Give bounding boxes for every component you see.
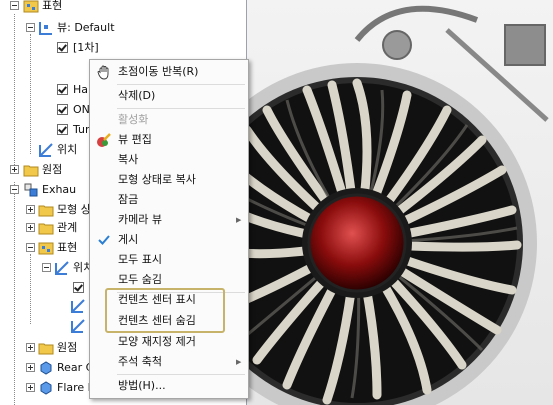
tree-item-label: 표현 <box>42 0 63 12</box>
menu-item-label: 방법(H)... <box>118 379 166 392</box>
tree-item-label: 원점 <box>57 341 78 354</box>
collapse-icon[interactable] <box>26 23 35 32</box>
menu-item-copy-to-model-state[interactable]: 모형 상태로 복사 <box>90 170 248 190</box>
menu-item-how-to[interactable]: 방법(H)... <box>90 376 248 396</box>
collapse-icon[interactable] <box>10 185 19 194</box>
edit-view-icon <box>96 132 112 148</box>
expand-icon[interactable] <box>26 223 35 232</box>
menu-item-label: 뷰 편집 <box>118 133 152 146</box>
tree-item-label: 원점 <box>42 163 63 176</box>
part-icon <box>38 360 54 376</box>
visibility-checkbox[interactable] <box>57 84 68 95</box>
folder-icon <box>38 202 54 218</box>
tree-item-label: Rear C <box>57 361 94 374</box>
menu-item-publish[interactable]: 게시 <box>90 230 248 250</box>
tree-item-label: 관계 <box>57 221 78 234</box>
expand-icon[interactable] <box>26 343 35 352</box>
jet-engine-model <box>247 5 549 405</box>
folder-icon <box>38 220 54 236</box>
menu-item-annotation-scale[interactable]: 주석 축척 ▶ <box>90 352 248 372</box>
menu-item-label: 모두 숨김 <box>118 273 162 286</box>
collapse-icon[interactable] <box>26 243 35 252</box>
menu-item-camera-view[interactable]: 카메라 뷰 ▶ <box>90 210 248 230</box>
expand-icon[interactable] <box>26 383 35 392</box>
assembly-icon <box>23 182 39 198</box>
menu-item-label: 카메라 뷰 <box>118 213 162 226</box>
view-rep-icon <box>38 20 54 36</box>
positional-rep-icon <box>38 142 54 158</box>
representations-icon <box>38 240 54 256</box>
menu-item-remove-appearance-override[interactable]: 모양 재지정 제거 <box>90 332 248 352</box>
menu-item-label: 모형 상태로 복사 <box>118 173 196 186</box>
menu-item-copy[interactable]: 복사 <box>90 150 248 170</box>
submenu-arrow-icon: ▶ <box>236 216 242 224</box>
menu-item-lock[interactable]: 잠금 <box>90 190 248 210</box>
tree-item-label: Exhau <box>42 183 77 196</box>
tree-item-label: Tur <box>73 123 90 136</box>
menu-item-label: 삭제(D) <box>118 89 156 102</box>
menu-item-label: 모두 표시 <box>118 253 162 266</box>
highlight-box <box>105 288 225 333</box>
tree-item-label: [1차] <box>73 41 99 54</box>
menu-item-label: 잠금 <box>118 193 139 206</box>
menu-separator <box>117 108 245 109</box>
expand-icon[interactable] <box>10 165 19 174</box>
menu-separator <box>117 84 245 85</box>
positional-rep-icon <box>70 298 86 314</box>
menu-item-label: 모양 재지정 제거 <box>118 335 196 348</box>
collapse-icon[interactable] <box>10 1 19 10</box>
pan-hand-icon <box>96 64 112 80</box>
menu-separator <box>117 374 245 375</box>
folder-icon <box>38 340 54 356</box>
menu-item-hide-all[interactable]: 모두 숨김 <box>90 270 248 290</box>
tree-item-label: 뷰: Default <box>57 21 115 34</box>
menu-item-label: 초점이동 반복(R) <box>118 65 199 78</box>
menu-item-label: 복사 <box>118 153 139 166</box>
menu-item-delete[interactable]: 삭제(D) <box>90 86 248 106</box>
menu-item-show-all[interactable]: 모두 표시 <box>90 250 248 270</box>
collapse-icon[interactable] <box>42 263 51 272</box>
tree-item-label: ON <box>73 103 90 116</box>
folder-icon <box>23 162 39 178</box>
visibility-checkbox[interactable] <box>73 282 84 293</box>
tree-item-label: 위치 <box>57 143 78 156</box>
checkmark-icon <box>96 232 112 248</box>
menu-item-label: 게시 <box>118 233 139 246</box>
menu-item-edit-view[interactable]: 뷰 편집 <box>90 130 248 150</box>
expand-icon[interactable] <box>26 205 35 214</box>
positional-rep-icon <box>54 260 70 276</box>
tree-item-label: 표현 <box>57 241 78 254</box>
menu-item-label: 활성화 <box>118 113 149 126</box>
menu-item-activate: 활성화 <box>90 110 248 130</box>
3d-viewport[interactable] <box>247 0 553 405</box>
positional-rep-icon <box>70 318 86 334</box>
expand-icon[interactable] <box>26 363 35 372</box>
context-menu[interactable]: 초점이동 반복(R) 삭제(D) 활성화 뷰 편집 복사 모형 상태로 복사 잠… <box>89 59 249 399</box>
tree-item-label: 모형 상 <box>57 203 91 216</box>
menu-item-repeat-pan[interactable]: 초점이동 반복(R) <box>90 62 248 82</box>
submenu-arrow-icon: ▶ <box>236 358 242 366</box>
visibility-checkbox[interactable] <box>57 124 68 135</box>
menu-item-label: 주석 축척 <box>118 355 162 368</box>
visibility-checkbox[interactable] <box>57 42 68 53</box>
visibility-checkbox[interactable] <box>57 104 68 115</box>
part-icon <box>38 380 54 396</box>
representations-icon <box>23 0 39 14</box>
